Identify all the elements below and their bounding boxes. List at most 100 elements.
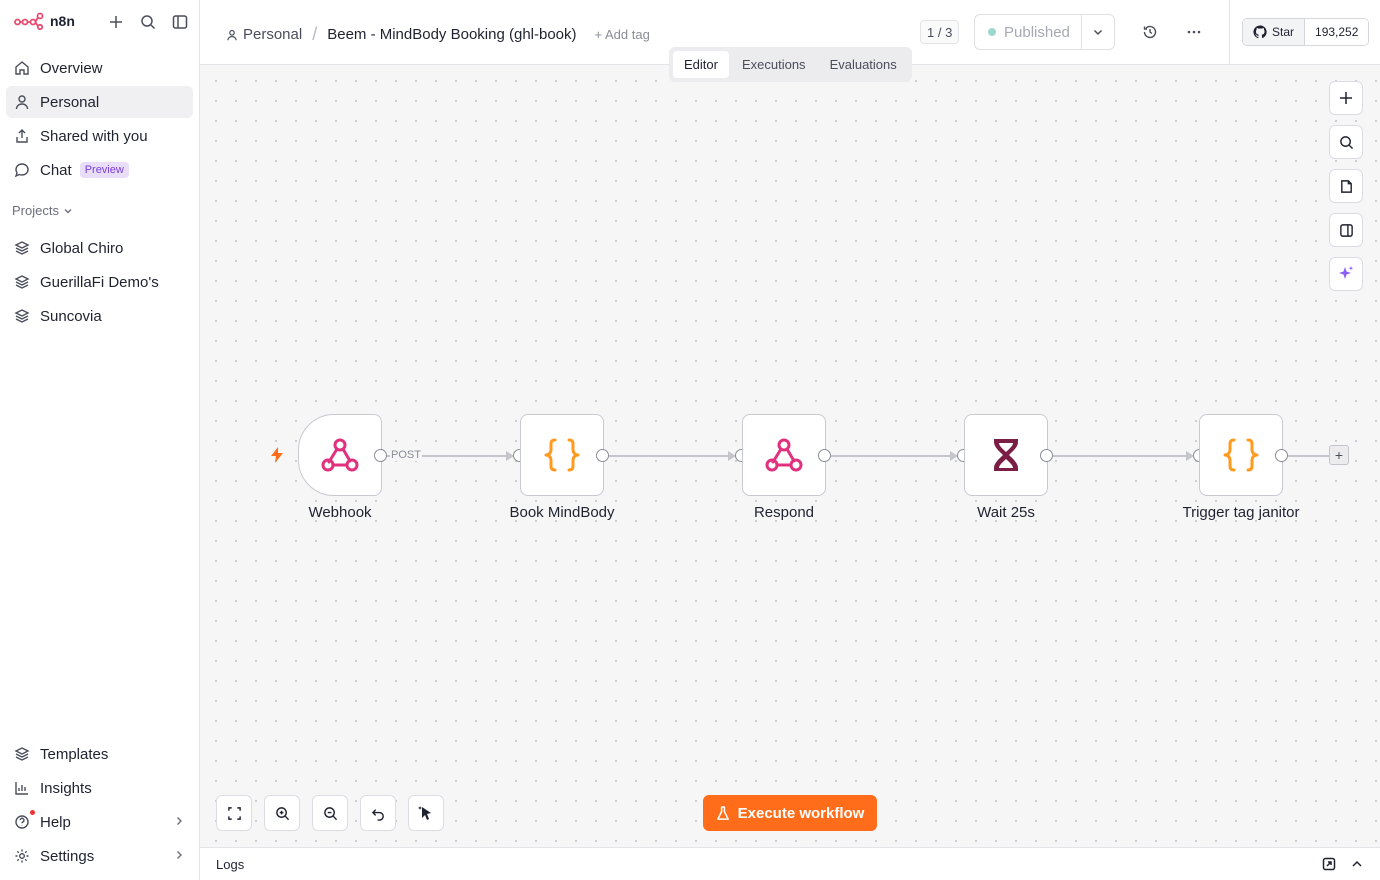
publish-dropdown-button[interactable] bbox=[1082, 15, 1114, 49]
tab-editor[interactable]: Editor bbox=[673, 51, 729, 78]
node-book-mindbody[interactable] bbox=[520, 414, 604, 496]
tidy-up-icon[interactable] bbox=[408, 795, 444, 831]
share-icon bbox=[14, 128, 30, 144]
app-name: n8n bbox=[50, 13, 75, 29]
nav-shared-with-you[interactable]: Shared with you bbox=[6, 120, 193, 152]
chevron-right-icon bbox=[177, 817, 182, 825]
breadcrumb-project[interactable]: Personal bbox=[226, 26, 302, 43]
nav-label: Shared with you bbox=[40, 127, 148, 145]
layers-icon bbox=[14, 308, 30, 324]
nav-settings[interactable]: Settings bbox=[6, 840, 193, 872]
chevron-down-icon bbox=[1093, 29, 1103, 36]
search-icon[interactable] bbox=[138, 12, 158, 32]
nav-overview[interactable]: Overview bbox=[6, 52, 193, 84]
home-icon bbox=[14, 60, 30, 76]
breadcrumb-separator: / bbox=[312, 24, 318, 44]
node-trigger-tag-janitor[interactable] bbox=[1199, 414, 1283, 496]
sticky-note-icon[interactable] bbox=[1329, 169, 1363, 203]
undo-icon[interactable] bbox=[360, 795, 396, 831]
project-global-chiro[interactable]: Global Chiro bbox=[6, 232, 193, 264]
tab-executions[interactable]: Executions bbox=[731, 51, 817, 78]
nav-personal[interactable]: Personal bbox=[6, 86, 193, 118]
workflow-name[interactable]: Beem - MindBody Booking (ghl-book) bbox=[327, 26, 576, 43]
chevron-down-icon bbox=[64, 208, 72, 213]
chevron-right-icon bbox=[177, 851, 182, 859]
github-icon bbox=[1253, 25, 1267, 39]
code-braces-icon bbox=[1223, 438, 1259, 472]
output-port[interactable] bbox=[1275, 449, 1288, 462]
connection-line[interactable] bbox=[609, 455, 735, 457]
logs-panel[interactable]: Logs bbox=[200, 847, 1380, 880]
logs-title: Logs bbox=[216, 857, 245, 872]
header-divider bbox=[1229, 0, 1230, 65]
version-indicator[interactable]: 1 / 3 bbox=[920, 20, 960, 44]
zoom-in-icon[interactable] bbox=[264, 795, 300, 831]
add-node-icon[interactable] bbox=[1329, 81, 1363, 115]
nav-insights[interactable]: Insights bbox=[6, 772, 193, 804]
tab-evaluations[interactable]: Evaluations bbox=[819, 51, 908, 78]
node-webhook[interactable] bbox=[298, 414, 382, 496]
node-label-book-mindbody: Book MindBody bbox=[509, 504, 615, 521]
nav-label: Templates bbox=[40, 745, 109, 763]
pop-out-icon[interactable] bbox=[1322, 857, 1336, 871]
project-label: Suncovia bbox=[40, 307, 102, 325]
connection-line bbox=[1288, 455, 1330, 457]
nav-chat[interactable]: Chat Preview bbox=[6, 154, 193, 186]
notification-dot bbox=[30, 810, 35, 815]
user-icon bbox=[227, 29, 237, 40]
history-icon[interactable] bbox=[1140, 22, 1160, 42]
node-wait-25s[interactable] bbox=[964, 414, 1048, 496]
execute-workflow-label: Execute workflow bbox=[737, 804, 865, 822]
gear-icon bbox=[14, 848, 30, 864]
chart-icon bbox=[14, 780, 30, 796]
project-guerillafi-demos[interactable]: GuerillaFi Demo's bbox=[6, 266, 193, 298]
node-respond[interactable] bbox=[742, 414, 826, 496]
workflow-canvas[interactable]: Webhook POST Book MindBody Respond Wait bbox=[200, 65, 1380, 847]
add-node-button[interactable]: + bbox=[1329, 445, 1349, 465]
published-button[interactable]: Published bbox=[975, 15, 1082, 49]
publish-control: Published bbox=[974, 14, 1115, 50]
side-panel-icon[interactable] bbox=[1329, 213, 1363, 247]
breadcrumb: Personal / Beem - MindBody Booking (ghl-… bbox=[226, 24, 650, 45]
github-star-widget: Star 193,252 bbox=[1242, 18, 1370, 46]
output-port[interactable] bbox=[596, 449, 609, 462]
flask-icon bbox=[716, 805, 729, 820]
node-label-respond: Respond bbox=[753, 504, 815, 521]
chevron-up-icon[interactable] bbox=[1350, 857, 1364, 871]
nav-templates[interactable]: Templates bbox=[6, 738, 193, 770]
output-port[interactable] bbox=[818, 449, 831, 462]
toggle-sidebar-icon[interactable] bbox=[170, 12, 190, 32]
node-label-webhook: Webhook bbox=[308, 504, 372, 521]
templates-icon bbox=[14, 746, 30, 762]
nav-label: Help bbox=[40, 813, 71, 831]
ai-assistant-icon[interactable] bbox=[1329, 257, 1363, 291]
execute-workflow-button[interactable]: Execute workflow bbox=[703, 795, 877, 831]
sidebar-header-actions bbox=[106, 12, 190, 32]
view-tabs: Editor Executions Evaluations bbox=[669, 47, 912, 82]
add-tag-button[interactable]: + Add tag bbox=[595, 27, 650, 42]
fit-view-icon[interactable] bbox=[216, 795, 252, 831]
output-port[interactable] bbox=[374, 449, 387, 462]
logs-actions bbox=[1322, 857, 1364, 871]
layers-icon bbox=[14, 240, 30, 256]
breadcrumb-project-label: Personal bbox=[243, 26, 303, 43]
user-icon bbox=[14, 94, 30, 110]
github-star-button[interactable]: Star bbox=[1243, 19, 1306, 45]
connection-line[interactable] bbox=[831, 455, 957, 457]
more-options-icon[interactable] bbox=[1184, 22, 1204, 42]
status-dot bbox=[988, 28, 996, 36]
project-suncovia[interactable]: Suncovia bbox=[6, 300, 193, 332]
add-icon[interactable] bbox=[106, 12, 126, 32]
search-icon[interactable] bbox=[1329, 125, 1363, 159]
webhook-icon bbox=[321, 438, 359, 472]
n8n-logo[interactable]: n8n bbox=[14, 12, 75, 30]
projects-header[interactable]: Projects bbox=[12, 203, 73, 218]
connection-line[interactable] bbox=[1053, 455, 1193, 457]
nav-label: Settings bbox=[40, 847, 95, 865]
preview-badge: Preview bbox=[79, 162, 129, 178]
github-star-count[interactable]: 193,252 bbox=[1305, 19, 1369, 45]
output-port[interactable] bbox=[1040, 449, 1053, 462]
zoom-out-icon[interactable] bbox=[312, 795, 348, 831]
projects-label: Projects bbox=[12, 203, 59, 218]
chat-icon bbox=[14, 162, 30, 178]
